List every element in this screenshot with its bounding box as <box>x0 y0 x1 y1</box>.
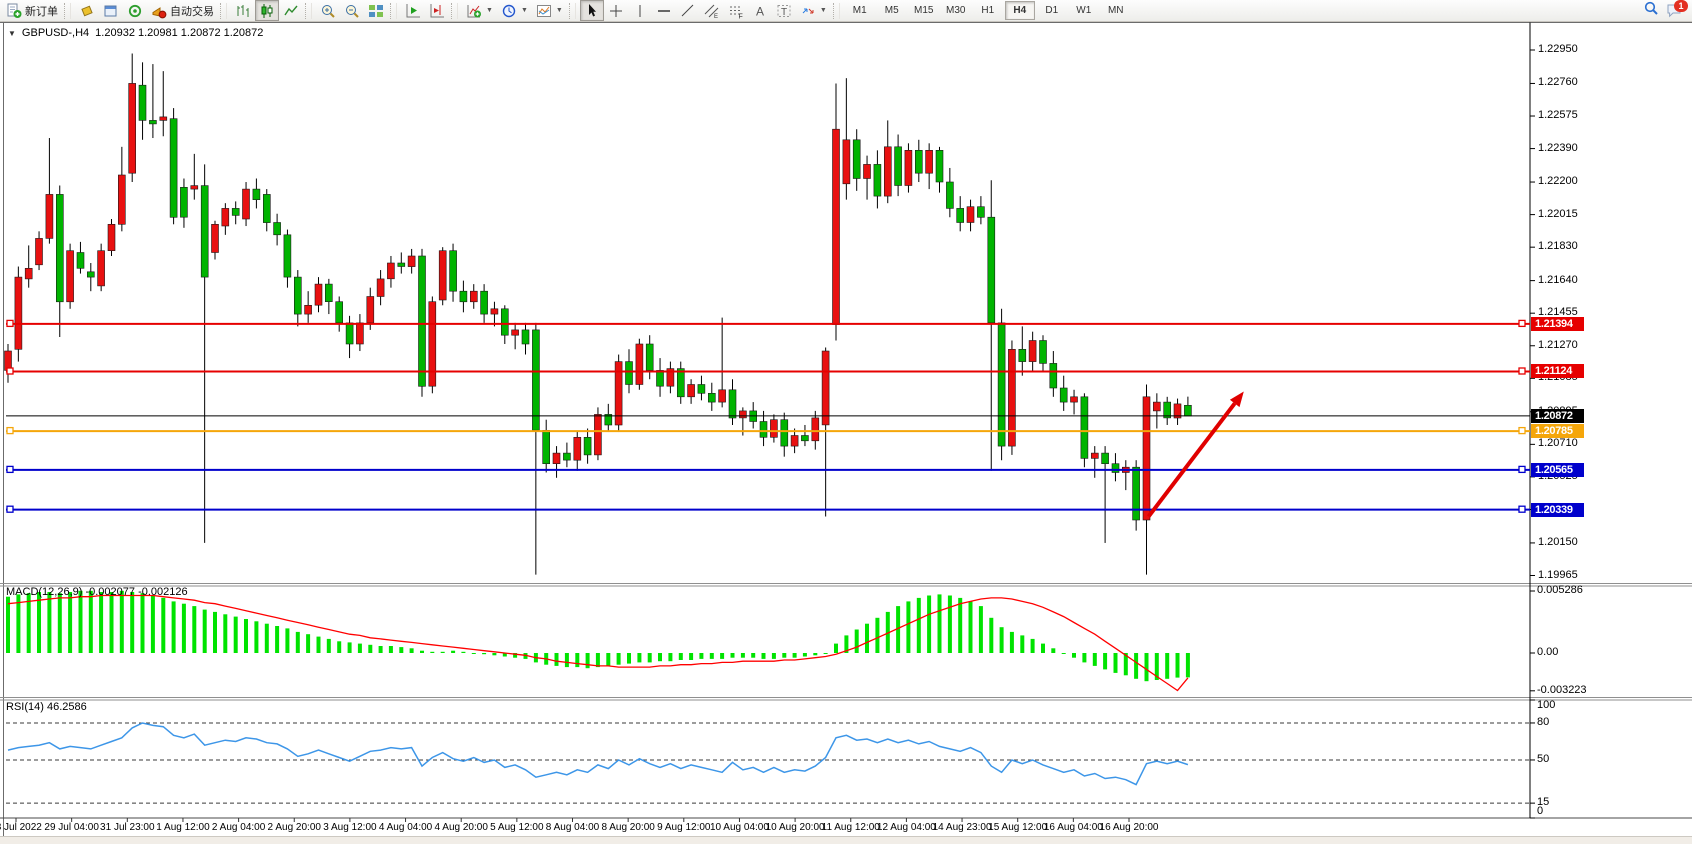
timeframe-button-M5[interactable]: M5 <box>877 1 907 20</box>
market-watch-button[interactable] <box>99 0 123 21</box>
toolbar-grip <box>305 3 312 19</box>
chart-object-button[interactable] <box>75 0 99 21</box>
market-watch-icon <box>103 3 119 19</box>
chart-shift-icon <box>429 3 445 19</box>
toolbar-grip <box>390 3 397 19</box>
new-order-button[interactable]: 新订单 <box>2 0 62 21</box>
zoom-out-button[interactable] <box>340 0 364 21</box>
timeframe-button-H4[interactable]: H4 <box>1005 1 1035 20</box>
timeframe-group: M1M5M15M30H1H4D1W1MN <box>844 1 1132 20</box>
templates-button[interactable]: ▼ <box>532 0 567 21</box>
candlestick-icon <box>259 3 275 19</box>
time-axis[interactable] <box>4 818 1530 836</box>
auto-scroll-button[interactable] <box>401 0 425 21</box>
indicators-button[interactable]: ▼ <box>462 0 497 21</box>
toolbar-grip <box>451 3 458 19</box>
cursor-tool-button[interactable] <box>580 0 604 21</box>
trendline-tool-button[interactable] <box>676 0 700 21</box>
rsi-panel-area[interactable] <box>4 700 1528 818</box>
dropdown-caret: ▼ <box>556 7 563 14</box>
clock-icon <box>501 3 517 19</box>
toolbar-grip <box>220 3 227 19</box>
bar-chart-mode-button[interactable] <box>231 0 255 21</box>
dropdown-caret: ▼ <box>486 7 493 14</box>
timeframe-button-H1[interactable]: H1 <box>973 1 1003 20</box>
fibonacci-tool-button[interactable]: F <box>724 0 748 21</box>
auto-scroll-icon <box>405 3 421 19</box>
timeframe-button-MN[interactable]: MN <box>1101 1 1131 20</box>
search-icon[interactable] <box>1643 0 1660 22</box>
svg-text:E: E <box>714 14 718 19</box>
timeframe-button-M15[interactable]: M15 <box>909 1 939 20</box>
new-order-icon <box>6 3 22 19</box>
dropdown-caret: ▼ <box>820 7 827 14</box>
timeframe-button-W1[interactable]: W1 <box>1069 1 1099 20</box>
indicators-icon <box>466 3 482 19</box>
svg-text:A: A <box>756 4 764 18</box>
svg-text:T: T <box>781 7 787 18</box>
trendline-icon <box>680 3 696 19</box>
timeframe-button-D1[interactable]: D1 <box>1037 1 1067 20</box>
auto-trading-label: 自动交易 <box>170 3 214 19</box>
fibonacci-icon: F <box>728 3 744 19</box>
dropdown-caret: ▼ <box>521 7 528 14</box>
template-icon <box>536 3 552 19</box>
mt4-application: 新订单 自动交易 ▼ ▼ ▼ E F A T ▼ <box>0 0 1692 844</box>
svg-text:F: F <box>738 13 742 19</box>
zoom-in-icon <box>320 3 336 19</box>
bar-chart-icon <box>235 3 251 19</box>
window-bottom-edge <box>0 836 1692 844</box>
cube-icon <box>79 3 95 19</box>
horizontal-line-icon <box>656 3 672 19</box>
vertical-line-icon <box>632 3 648 19</box>
tile-windows-button[interactable] <box>364 0 388 21</box>
periods-button[interactable]: ▼ <box>497 0 532 21</box>
horizontal-line-tool-button[interactable] <box>652 0 676 21</box>
text-tool-button[interactable]: A <box>748 0 772 21</box>
new-order-label: 新订单 <box>25 3 58 19</box>
macd-panel-area[interactable] <box>4 585 1528 697</box>
profile-icon <box>127 3 143 19</box>
price-axis[interactable] <box>1530 24 1690 818</box>
toolbar: 新订单 自动交易 ▼ ▼ ▼ E F A T ▼ <box>0 0 1692 22</box>
equidistant-channel-icon: E <box>704 3 720 19</box>
text-label-icon: T <box>776 3 792 19</box>
notifications-button[interactable]: 1 <box>1666 3 1684 19</box>
label-tool-button[interactable]: T <box>772 0 796 21</box>
megaphone-icon <box>151 3 167 19</box>
line-chart-icon <box>283 3 299 19</box>
timeframe-button-M1[interactable]: M1 <box>845 1 875 20</box>
toolbar-grip <box>64 3 71 19</box>
text-icon: A <box>752 3 768 19</box>
toolbar-grip <box>833 3 840 19</box>
timeframe-button-M30[interactable]: M30 <box>941 1 971 20</box>
vertical-line-tool-button[interactable] <box>628 0 652 21</box>
crosshair-icon <box>608 3 624 19</box>
arrows-icon <box>800 3 816 19</box>
candlestick-mode-button[interactable] <box>255 0 279 21</box>
arrows-tool-button[interactable]: ▼ <box>796 0 831 21</box>
profile-button[interactable] <box>123 0 147 21</box>
zoom-in-button[interactable] <box>316 0 340 21</box>
chart-shift-button[interactable] <box>425 0 449 21</box>
notification-count-badge: 1 <box>1674 0 1688 12</box>
tile-windows-icon <box>368 3 384 19</box>
channel-tool-button[interactable]: E <box>700 0 724 21</box>
line-chart-mode-button[interactable] <box>279 0 303 21</box>
chart-window: 1.229501.227601.225751.223901.222001.220… <box>0 22 1692 844</box>
auto-trading-button[interactable]: 自动交易 <box>147 0 218 21</box>
crosshair-tool-button[interactable] <box>604 0 628 21</box>
zoom-out-icon <box>344 3 360 19</box>
toolbar-grip <box>569 3 576 19</box>
cursor-icon <box>584 3 600 19</box>
main-chart-area[interactable] <box>4 24 1528 582</box>
